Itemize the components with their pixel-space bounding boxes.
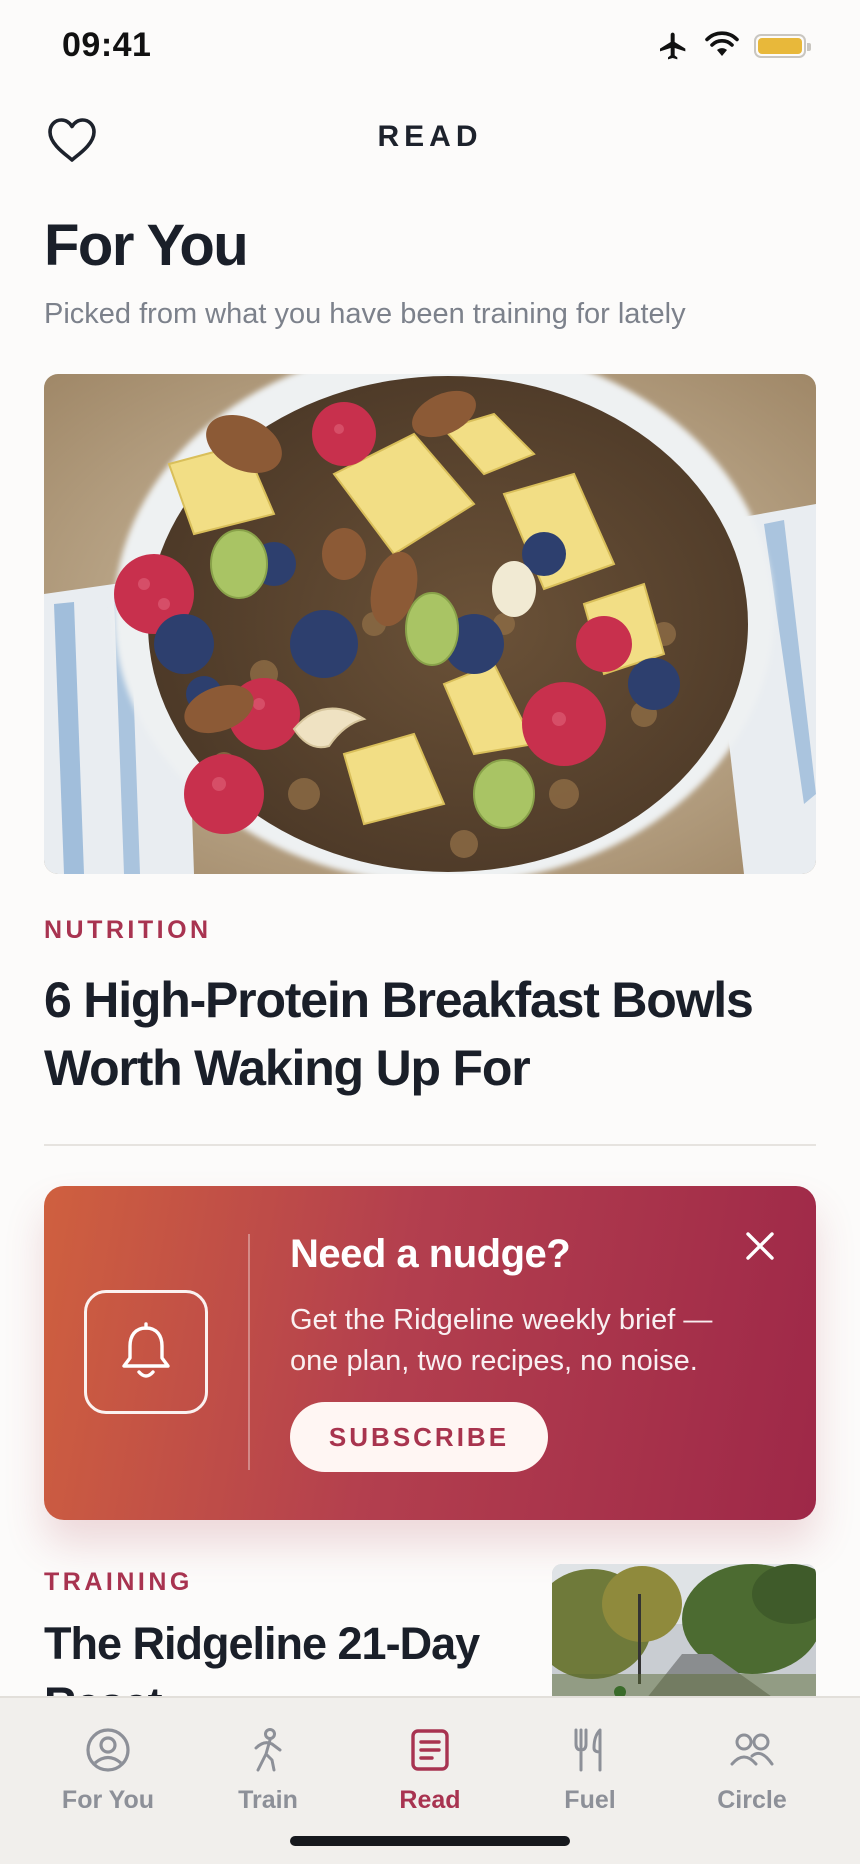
tab-fuel[interactable]: Fuel (520, 1726, 660, 1836)
bell-icon (122, 1322, 170, 1378)
promo-title: Need a nudge? (290, 1232, 571, 1276)
top-header: READ (0, 100, 860, 180)
status-bar: 09:41 (0, 0, 860, 96)
tab-label: For You (61, 1786, 155, 1814)
battery-icon (754, 34, 811, 58)
section-subtitle: Picked from what you have been training … (44, 298, 686, 330)
featured-article-title[interactable]: 6 High-Protein Breakfast Bowls Worth Wak… (44, 966, 834, 1102)
page-title: READ (377, 120, 483, 153)
tab-train[interactable]: Train (198, 1726, 338, 1836)
wifi-icon (705, 31, 739, 56)
status-time: 09:41 (62, 26, 152, 64)
airplane-mode-icon (660, 32, 686, 60)
close-icon[interactable] (740, 1226, 780, 1266)
second-article-thumbnail[interactable] (552, 1564, 816, 1704)
section-divider (44, 1144, 816, 1146)
tab-for-you[interactable]: For You (38, 1726, 178, 1836)
section-title: For You (44, 213, 249, 278)
people-icon (730, 1733, 774, 1766)
profile-circle-icon (86, 1728, 130, 1772)
running-figure-icon (254, 1728, 282, 1772)
tab-circle[interactable]: Circle (682, 1726, 822, 1836)
tab-label: Fuel (564, 1786, 616, 1814)
document-icon (411, 1729, 449, 1771)
tab-label: Train (238, 1786, 298, 1814)
park-path-image (552, 1564, 816, 1704)
promo-divider (248, 1234, 250, 1470)
featured-article-category: NUTRITION (44, 916, 212, 944)
read-screen: 09:41 READ For You Picked from what you … (0, 0, 860, 1864)
home-indicator (290, 1836, 570, 1846)
second-article-category: TRAINING (44, 1568, 193, 1596)
tab-read[interactable]: Read (360, 1726, 500, 1836)
tab-label: Read (399, 1786, 461, 1814)
newsletter-promo-card: Need a nudge? Get the Ridgeline weekly b… (44, 1186, 816, 1520)
promo-body: Get the Ridgeline weekly brief — one pla… (290, 1304, 713, 1377)
fork-knife-icon (574, 1728, 602, 1772)
bell-icon-container (84, 1290, 208, 1414)
breakfast-bowl-image (44, 374, 816, 874)
featured-article-image[interactable] (44, 374, 816, 874)
tab-label: Circle (717, 1786, 787, 1814)
subscribe-button[interactable]: SUBSCRIBE (290, 1402, 548, 1472)
